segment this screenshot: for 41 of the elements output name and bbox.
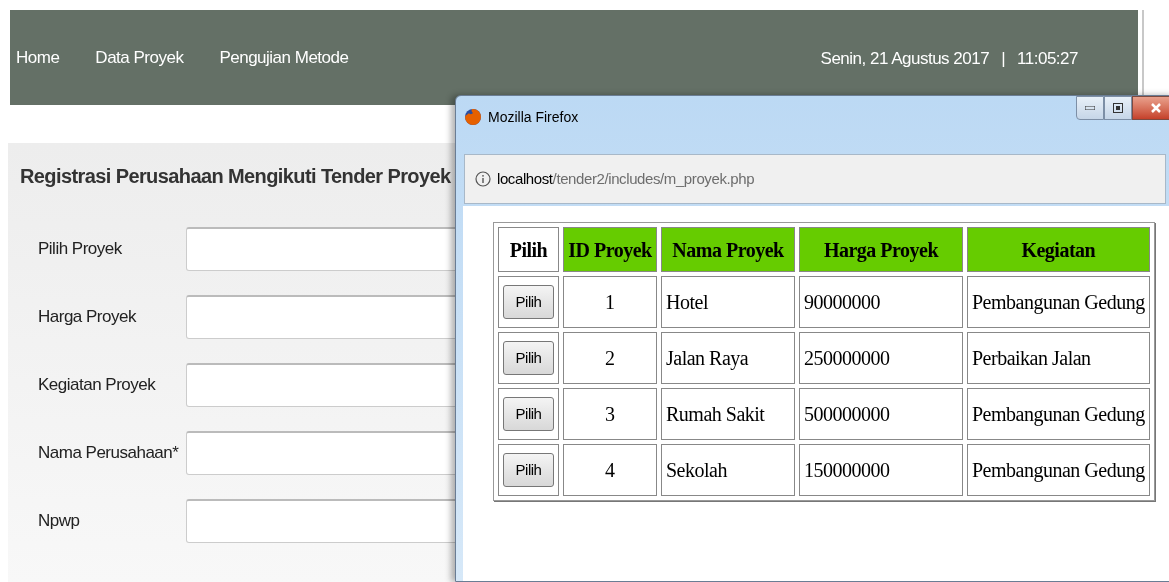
url-host-text: localhost — [497, 169, 553, 187]
window-title: Mozilla Firefox — [488, 107, 579, 127]
table-cell: 3 — [563, 388, 657, 440]
field-label: Kegiatan Proyek — [37, 374, 157, 397]
nav-link[interactable]: Data Proyek — [95, 44, 184, 71]
table-cell: Pembangunan Gedung — [967, 276, 1150, 328]
date-text: Senin, 21 Agustus 2017 — [820, 47, 990, 70]
column-header: Pilih — [498, 227, 559, 272]
table-cell: 4 — [563, 444, 657, 496]
column-header: ID Proyek — [563, 227, 657, 272]
nav-link[interactable]: Pengujian Metode — [219, 44, 349, 71]
pilih-button[interactable]: Pilih — [503, 285, 554, 320]
field-label: Harga Proyek — [37, 306, 138, 329]
table-cell: Pembangunan Gedung — [967, 444, 1150, 496]
address-bar[interactable]: localhost/tender2/includes/m_proyek.php — [464, 154, 1166, 204]
nav-link[interactable]: Home — [16, 44, 60, 71]
pilih-button[interactable]: Pilih — [503, 453, 554, 488]
table-cell: 500000000 — [799, 388, 963, 440]
separator-text: | — [1001, 47, 1006, 70]
table-cell: Sekolah — [661, 444, 795, 496]
column-header: Nama Proyek — [661, 227, 795, 272]
url-path-text: /tender2/includes/m_proyek.php — [552, 169, 755, 187]
table-cell: 250000000 — [799, 332, 963, 384]
table-cell: Perbaikan Jalan — [967, 332, 1150, 384]
table-cell: 150000000 — [799, 444, 963, 496]
field-label: Pilih Proyek — [37, 238, 123, 261]
form-title: Registrasi Perusahaan Mengikuti Tender Proyek — [19, 164, 452, 189]
table-cell: 2 — [563, 332, 657, 384]
column-header: Harga Proyek — [799, 227, 963, 272]
table-cell: Jalan Raya — [661, 332, 795, 384]
pilih-button[interactable]: Pilih — [503, 397, 554, 432]
table-cell: Rumah Sakit — [661, 388, 795, 440]
column-header: Kegiatan — [967, 227, 1150, 272]
field-label: Npwp — [37, 510, 81, 533]
table-cell: 90000000 — [799, 276, 963, 328]
table-cell: Hotel — [661, 276, 795, 328]
table-cell: 1 — [563, 276, 657, 328]
pilih-button[interactable]: Pilih — [503, 341, 554, 376]
time-text: 11:05:27 — [1017, 47, 1078, 70]
field-label: Nama Perusahaan* — [37, 442, 180, 465]
table-cell: Pembangunan Gedung — [967, 388, 1150, 440]
